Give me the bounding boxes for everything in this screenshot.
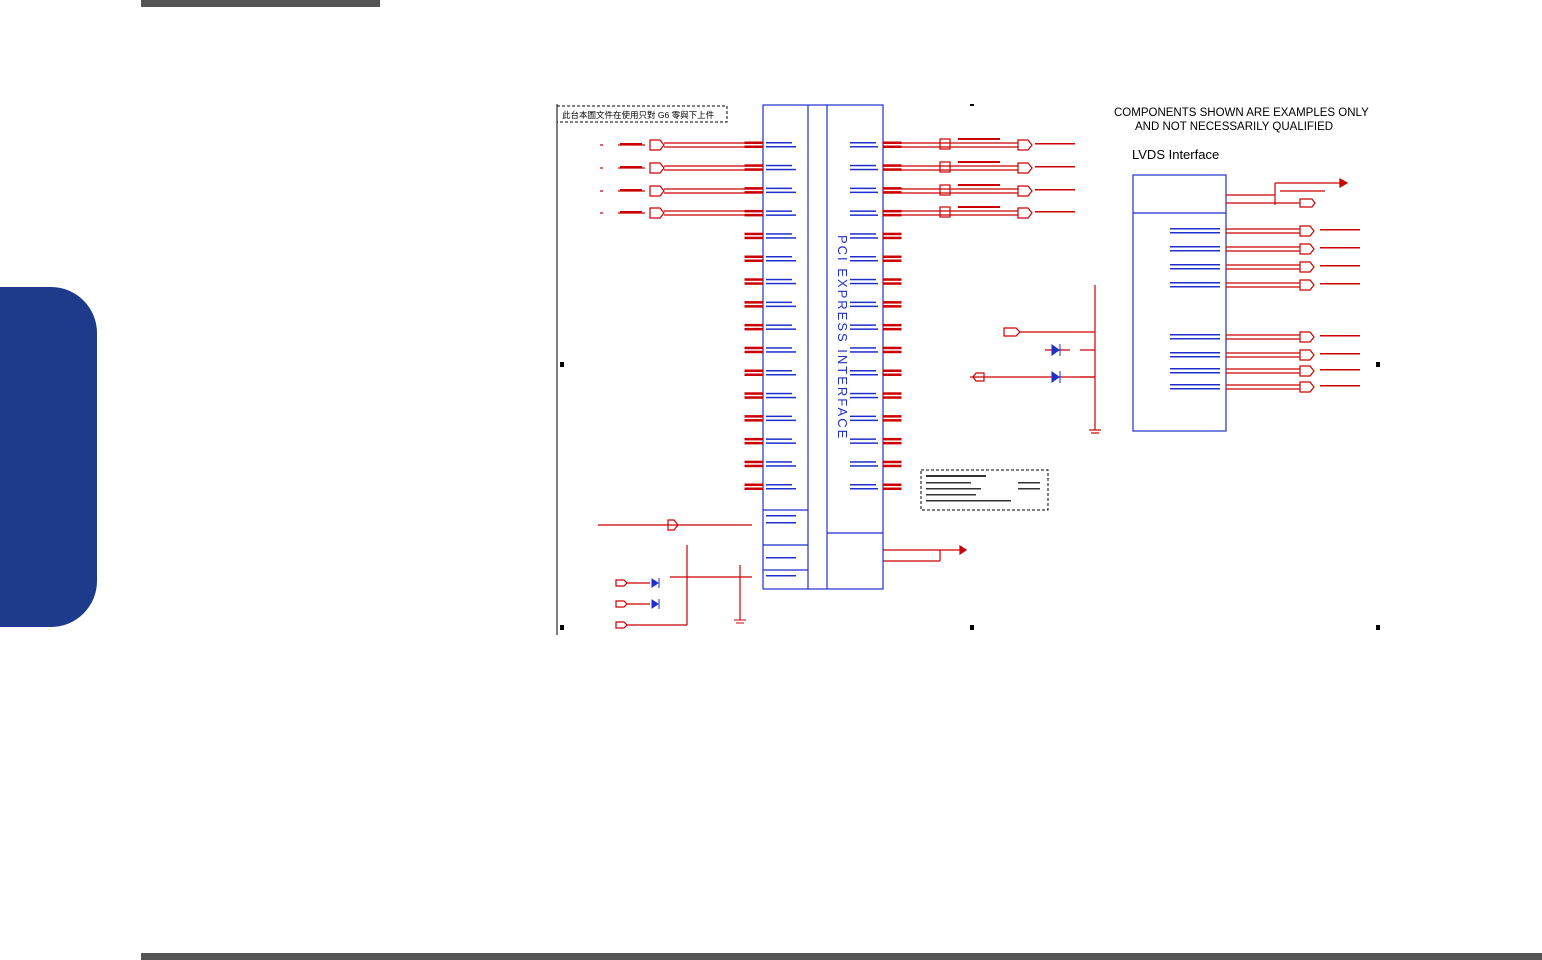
left-input-wires bbox=[600, 139, 763, 219]
enable-output bbox=[883, 544, 968, 562]
middle-diodes bbox=[1051, 344, 1061, 383]
lvds-top-circuit bbox=[1226, 177, 1349, 208]
schematic-diagram: 此台本圖文件在使用只對 G6 零與下上件 PCI EXPRESS INTERFA… bbox=[556, 104, 1380, 635]
border-markers bbox=[560, 104, 1380, 630]
block-pin-stubs bbox=[744, 141, 902, 490]
lvds-block bbox=[1132, 174, 1227, 432]
components-note-line1: COMPONENTS SHOWN ARE EXAMPLES ONLY bbox=[1114, 107, 1369, 119]
right-output-wires bbox=[883, 138, 1075, 219]
mid-note-box bbox=[920, 469, 1049, 511]
chinese-note-text: 此台本圖文件在使用只對 G6 零與下上件 bbox=[562, 110, 715, 120]
chinese-note-box: 此台本圖文件在使用只對 G6 零與下上件 bbox=[556, 105, 728, 123]
middle-diode-circuit bbox=[970, 285, 1101, 434]
ground-symbol-left bbox=[734, 619, 746, 624]
top-header-bar bbox=[141, 0, 380, 7]
bottom-footer-bar bbox=[141, 953, 1542, 960]
lvds-interface-title: LVDS Interface bbox=[1132, 147, 1219, 162]
block-pin-labels bbox=[766, 142, 878, 577]
lvds-output-wires bbox=[1170, 225, 1360, 393]
chapter-side-tab[interactable] bbox=[0, 287, 97, 627]
bottom-left-diodes bbox=[651, 578, 660, 609]
components-note-line2: AND NOT NECESSARILY QUALIFIED bbox=[1135, 121, 1333, 133]
pci-express-label: PCI EXPRESS INTERFACE bbox=[835, 235, 850, 440]
bottom-left-circuit bbox=[598, 519, 752, 629]
